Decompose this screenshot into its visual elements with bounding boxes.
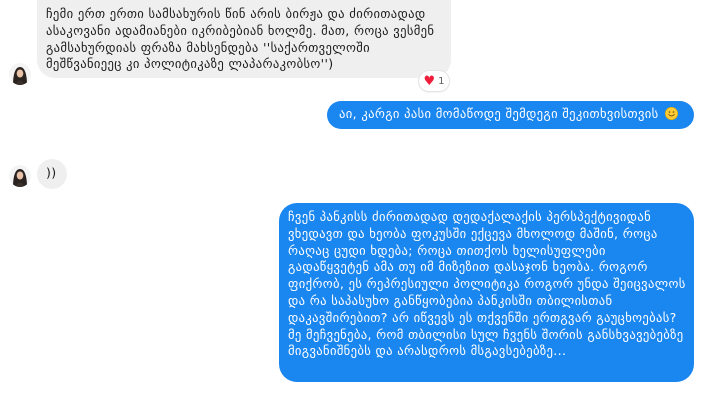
incoming-message[interactable]: ჩემი ერთ ერთი სამსახურის წინ არის ბირჟა … — [37, 0, 451, 78]
message-text: )) — [46, 165, 57, 180]
incoming-message[interactable]: )) — [37, 159, 67, 189]
message-text: ჩემი ერთ ერთი სამსახურის წინ არის ბირჟა … — [46, 6, 435, 72]
message-text: აი, კარგი პასი მომაწოდე შემდეგი შეკითხვი… — [339, 106, 659, 121]
avatar[interactable] — [9, 165, 31, 187]
outgoing-message[interactable]: ჩვენ პანკისს ძირითადად დედაქალაქის პერსპ… — [279, 203, 694, 382]
message-reaction[interactable]: ♥ 1 — [419, 71, 449, 91]
avatar-image — [9, 165, 31, 187]
avatar[interactable] — [9, 63, 31, 85]
smiling-face-emoji-icon — [664, 107, 678, 120]
outgoing-message[interactable]: აი, კარგი პასი მომაწოდე შემდეგი შეკითხვი… — [327, 101, 694, 129]
avatar-image — [9, 63, 31, 85]
reaction-count: 1 — [438, 75, 445, 87]
heart-icon: ♥ — [423, 73, 436, 89]
message-text: ჩვენ პანკისს ძირითადად დედაქალაქის პერსპ… — [288, 209, 686, 359]
